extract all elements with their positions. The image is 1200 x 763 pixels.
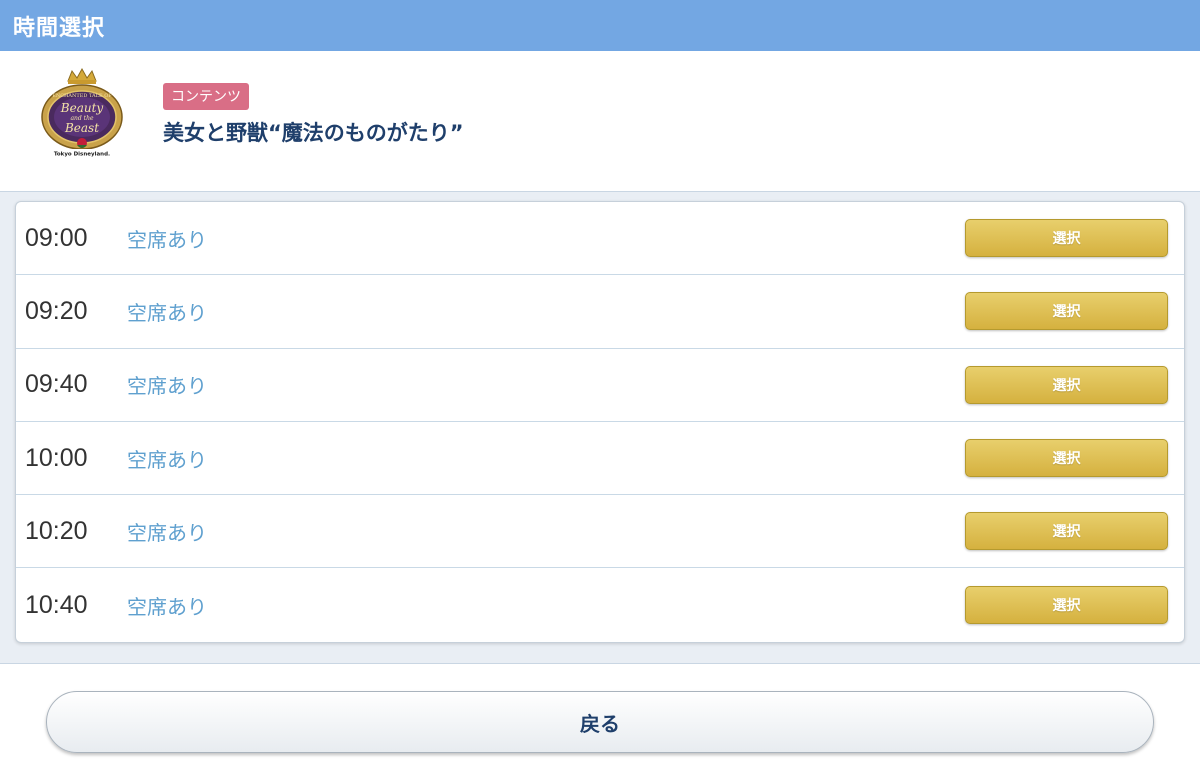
time-slot-row: 10:40 空席あり 選択 <box>16 568 1184 641</box>
slot-status: 空席あり <box>127 447 207 472</box>
slot-time: 10:40 <box>25 590 88 619</box>
slot-status: 空席あり <box>127 594 207 619</box>
slot-status: 空席あり <box>127 227 207 252</box>
logo-line2: Beauty <box>60 101 104 115</box>
select-button[interactable]: 選択 <box>965 365 1168 404</box>
select-button[interactable]: 選択 <box>965 219 1168 258</box>
select-button[interactable]: 選択 <box>965 512 1168 551</box>
time-slot-section: 09:00 空席あり 選択 09:20 空席あり 選択 09:40 空席あり 選… <box>0 192 1200 664</box>
slot-time: 09:20 <box>25 296 88 325</box>
page-title: 時間選択 <box>13 15 106 41</box>
time-slot-row: 10:00 空席あり 選択 <box>16 422 1184 496</box>
slot-time: 09:00 <box>25 223 88 252</box>
time-slot-row: 09:40 空席あり 選択 <box>16 349 1184 422</box>
header-bar: 時間選択 <box>0 0 1200 51</box>
slot-status: 空席あり <box>127 300 207 325</box>
slot-time: 09:40 <box>25 370 88 399</box>
slot-time: 10:20 <box>25 516 88 545</box>
time-slot-row: 09:20 空席あり 選択 <box>16 275 1184 349</box>
select-button[interactable]: 選択 <box>965 292 1168 331</box>
footer: 戻る <box>0 664 1200 762</box>
slot-time: 10:00 <box>25 443 88 472</box>
content-badge: コンテンツ <box>163 83 249 110</box>
show-title: 美女と野獣“魔法のものがたり” <box>163 121 464 145</box>
logo-line1: ENCHANTED TALE OF <box>52 93 112 99</box>
slot-status: 空席あり <box>127 520 207 545</box>
back-button[interactable]: 戻る <box>46 691 1154 753</box>
select-button[interactable]: 選択 <box>965 439 1168 478</box>
beauty-and-the-beast-logo-icon: ENCHANTED TALE OF Beauty and the Beast T… <box>41 67 123 158</box>
time-slot-list: 09:00 空席あり 選択 09:20 空席あり 選択 09:40 空席あり 選… <box>15 201 1185 643</box>
logo-line4: Beast <box>64 121 99 135</box>
time-slot-row: 09:00 空席あり 選択 <box>16 202 1184 276</box>
select-button[interactable]: 選択 <box>965 586 1168 625</box>
time-slot-row: 10:20 空席あり 選択 <box>16 495 1184 569</box>
slot-status: 空席あり <box>127 374 207 399</box>
content-info: ENCHANTED TALE OF Beauty and the Beast T… <box>0 51 1200 192</box>
logo-line5: Tokyo Disneyland. <box>54 152 110 158</box>
